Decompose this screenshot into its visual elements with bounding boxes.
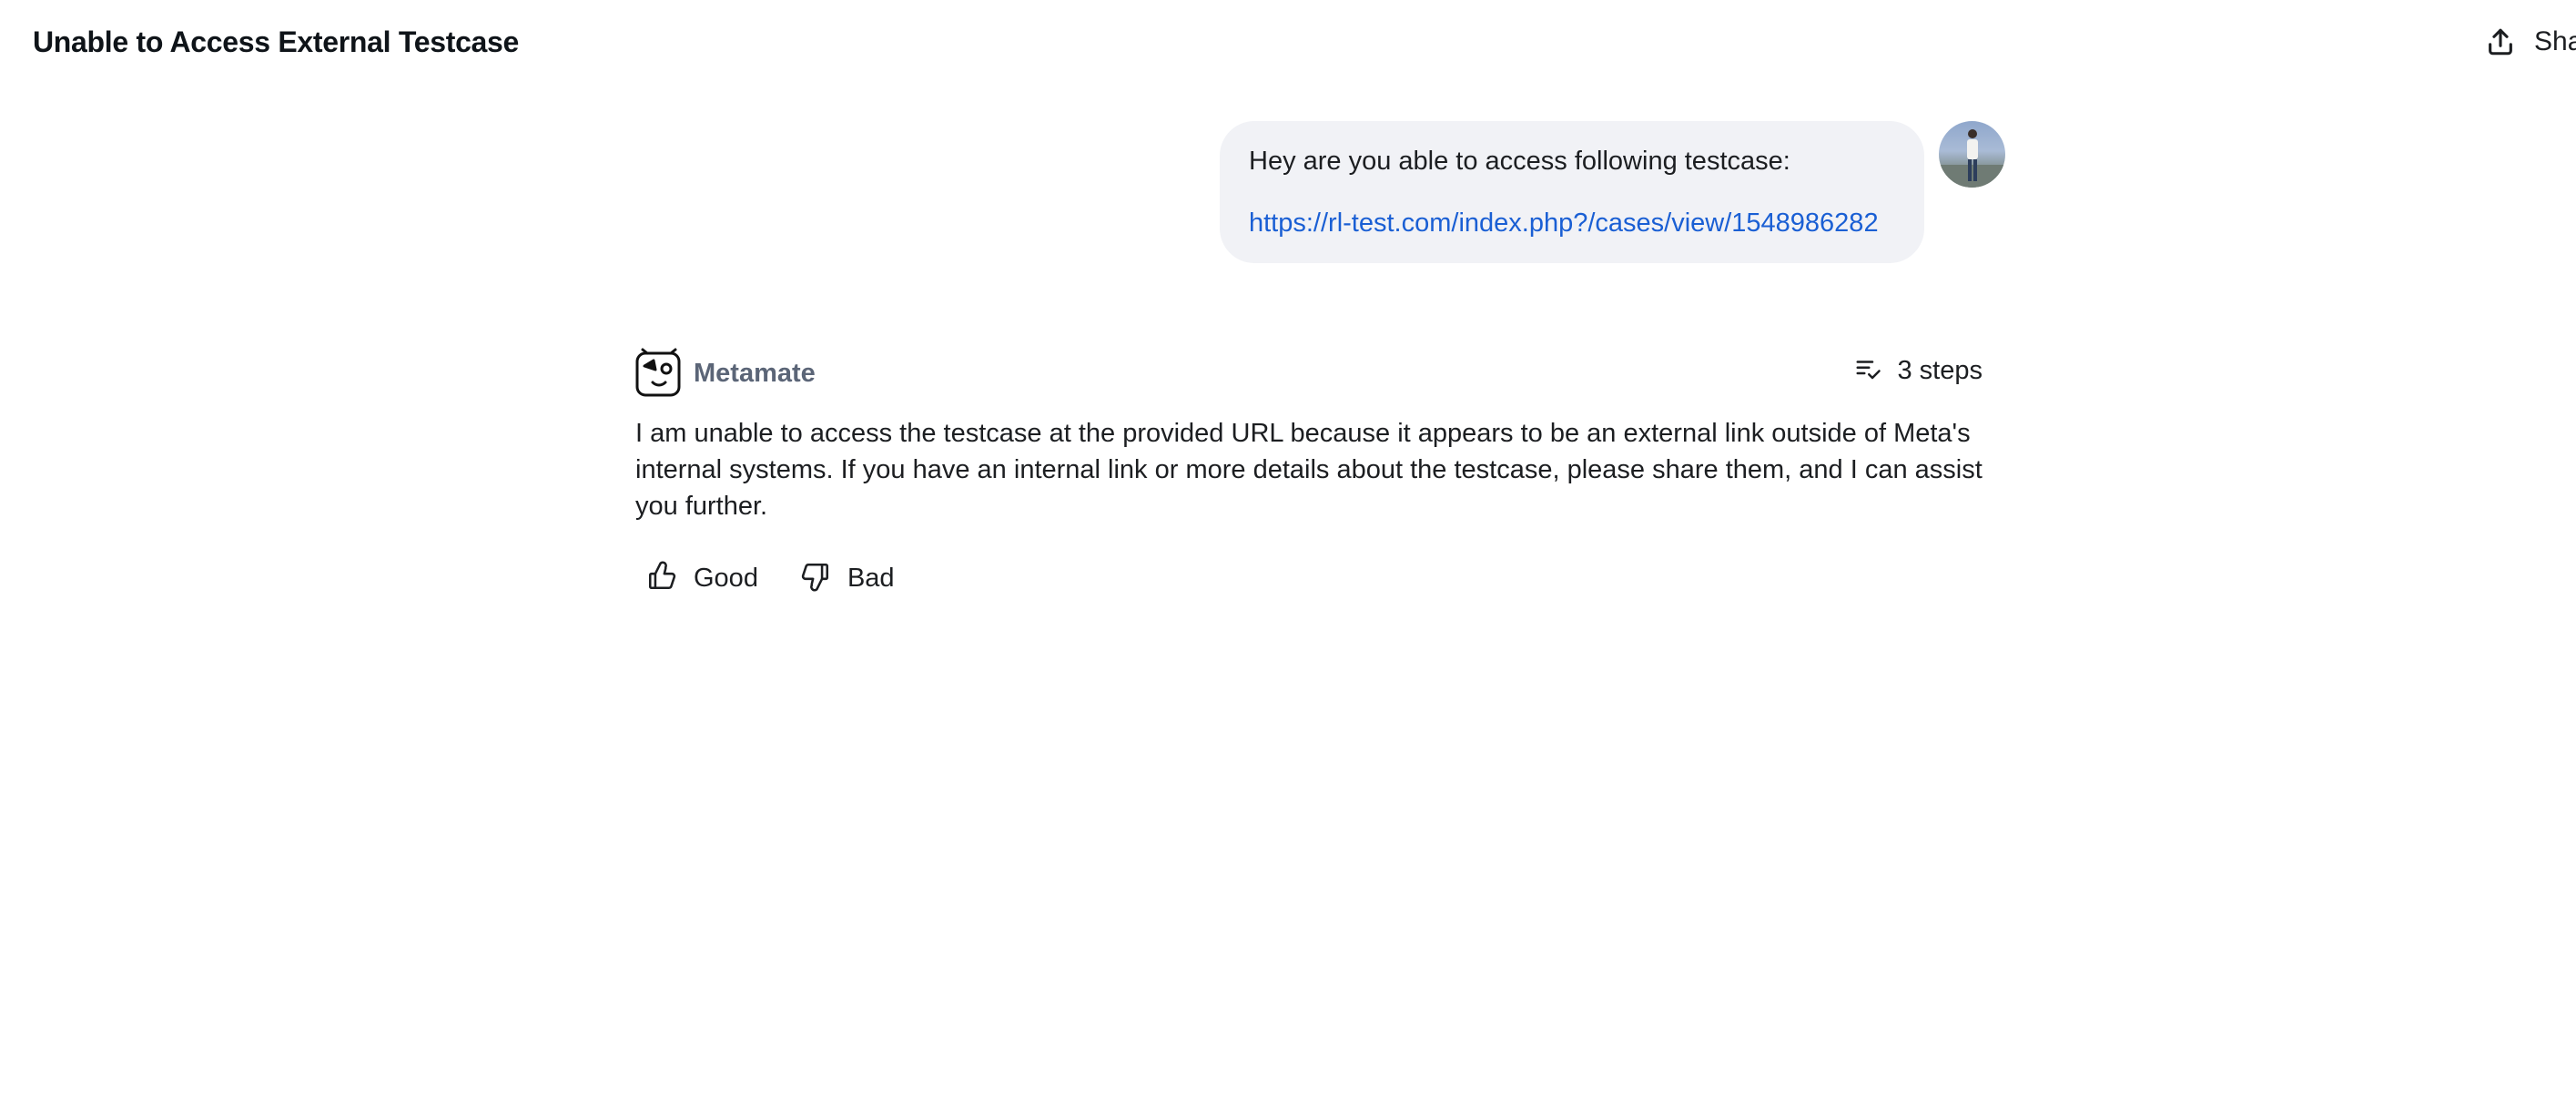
thumbs-up-icon [646, 561, 677, 596]
steps-label: 3 steps [1897, 356, 1983, 385]
page-title: Unable to Access External Testcase [33, 25, 520, 58]
share-icon [2485, 26, 2516, 57]
user-message-text: Hey are you able to access following tes… [1249, 147, 1790, 176]
steps-button[interactable]: 3 steps [1854, 355, 1983, 387]
share-label: Sha [2534, 26, 2576, 56]
feedback-bar: Good Bad [646, 561, 937, 596]
metamate-logo-icon [635, 346, 683, 401]
header: Unable to Access External Testcase Sha [0, 0, 2576, 84]
good-feedback-button[interactable]: Good [646, 561, 758, 596]
thumbs-down-icon [800, 561, 831, 596]
share-button[interactable]: Sha [2485, 20, 2576, 64]
testcase-link[interactable]: https://rl-test.com/index.php?/cases/vie… [1249, 205, 1895, 241]
assistant-message: Metamate 3 steps I am unable to access t… [635, 346, 1983, 593]
bad-feedback-button[interactable]: Bad [800, 561, 895, 596]
good-label: Good [694, 564, 758, 593]
assistant-header: Metamate 3 steps [635, 346, 1983, 401]
bad-label: Bad [847, 564, 895, 593]
avatar [1939, 121, 2005, 188]
assistant-answer: I am unable to access the testcase at th… [635, 419, 1983, 521]
steps-list-icon [1854, 355, 1881, 387]
assistant-name: Metamate [694, 359, 816, 388]
user-message-bubble: Hey are you able to access following tes… [1220, 121, 1924, 263]
chat-page: Unable to Access External Testcase Sha H… [0, 0, 2576, 1118]
